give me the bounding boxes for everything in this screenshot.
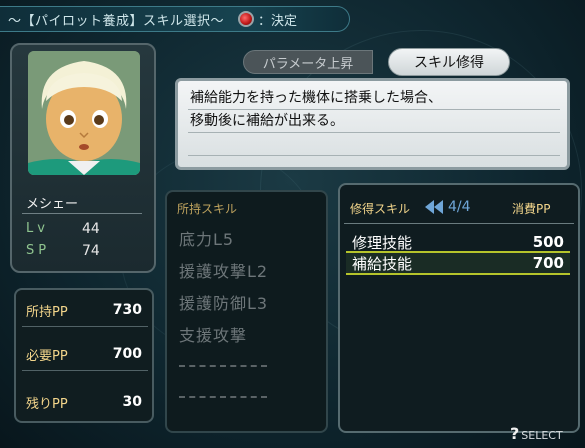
acquire-cost-header: 消費PP (512, 202, 551, 216)
pilot-name: メシェー (26, 197, 79, 212)
owned-skill-item: 支援攻撃 (179, 326, 248, 345)
remaining-pp-label: 残りPP (26, 396, 68, 412)
empty-skill-slot (179, 396, 267, 398)
required-pp-value: 700 (112, 346, 142, 362)
empty-skill-slot (179, 365, 267, 367)
screen-header: ～【パイロット養成】スキル選択～ ：決定 (0, 6, 350, 32)
owned-skills-panel: 所持スキル 底力L5 援護攻撃L2 援護防御L3 支援攻撃 (165, 190, 328, 433)
select-label: SELECT (521, 429, 563, 442)
remaining-pp-value: 30 (122, 394, 142, 410)
lv-value: 44 (82, 221, 100, 237)
pp-panel: 所持PP 730 必要PP 700 残りPP 30 (14, 288, 154, 423)
select-hint: ? SELECT (510, 424, 563, 443)
owned-pp-value: 730 (112, 302, 142, 318)
acquire-skill-cost: 500 (532, 233, 564, 251)
select-button-icon: ? (510, 424, 520, 443)
pilot-panel: メシェー Lv 44 SP 74 (10, 43, 156, 273)
owned-pp-label: 所持PP (26, 304, 68, 320)
pilot-portrait (28, 51, 140, 175)
acquire-skill-name: 修理技能 (352, 233, 413, 252)
required-pp-label: 必要PP (26, 348, 68, 364)
owned-pp-row: 所持PP 730 (22, 296, 146, 324)
divider (188, 109, 560, 110)
page-left-arrow-icon[interactable] (424, 199, 444, 215)
confirm-label: ：決定 (258, 13, 298, 29)
description-line-1: 補給能力を持った機体に搭乗した場合、 (190, 90, 442, 106)
remaining-pp-row: 残りPP 30 (22, 388, 146, 416)
sp-value: 74 (82, 243, 100, 259)
owned-skills-header: 所持スキル (177, 202, 238, 216)
owned-skill-item: 底力L5 (179, 230, 235, 249)
acquire-page-count: 4/4 (448, 199, 471, 215)
tab-parameter-up[interactable]: パラメータ上昇 (243, 50, 373, 74)
sp-label: SP (26, 243, 51, 258)
lv-label: Lv (26, 221, 49, 236)
divider (188, 132, 560, 133)
divider (22, 370, 148, 371)
tab-skill-acquire[interactable]: スキル修得 (388, 48, 510, 76)
owned-skill-item: 援護防御L3 (179, 294, 269, 313)
acquire-skill-row-selected[interactable]: 補給技能 700 (346, 251, 570, 275)
divider (22, 326, 148, 327)
acquire-skill-row[interactable]: 修理技能 500 (346, 231, 570, 253)
divider (22, 213, 142, 214)
owned-skill-item: 援護攻撃L2 (179, 262, 269, 281)
required-pp-row: 必要PP 700 (22, 340, 146, 368)
skill-description: 補給能力を持った機体に搭乗した場合、 移動後に補給が出来る。 (175, 78, 570, 170)
confirm-button-icon[interactable] (238, 11, 255, 27)
acquire-skills-header: 修得スキル (350, 202, 411, 216)
acquire-skills-panel: 修得スキル 4/4 消費PP 修理技能 500 補給技能 700 (338, 183, 580, 433)
acquire-skill-cost: 700 (532, 254, 564, 272)
description-line-2: 移動後に補給が出来る。 (190, 113, 344, 129)
divider (188, 155, 560, 156)
screen-title: ～【パイロット養成】スキル選択～ (8, 13, 225, 29)
acquire-skill-name: 補給技能 (352, 254, 413, 273)
